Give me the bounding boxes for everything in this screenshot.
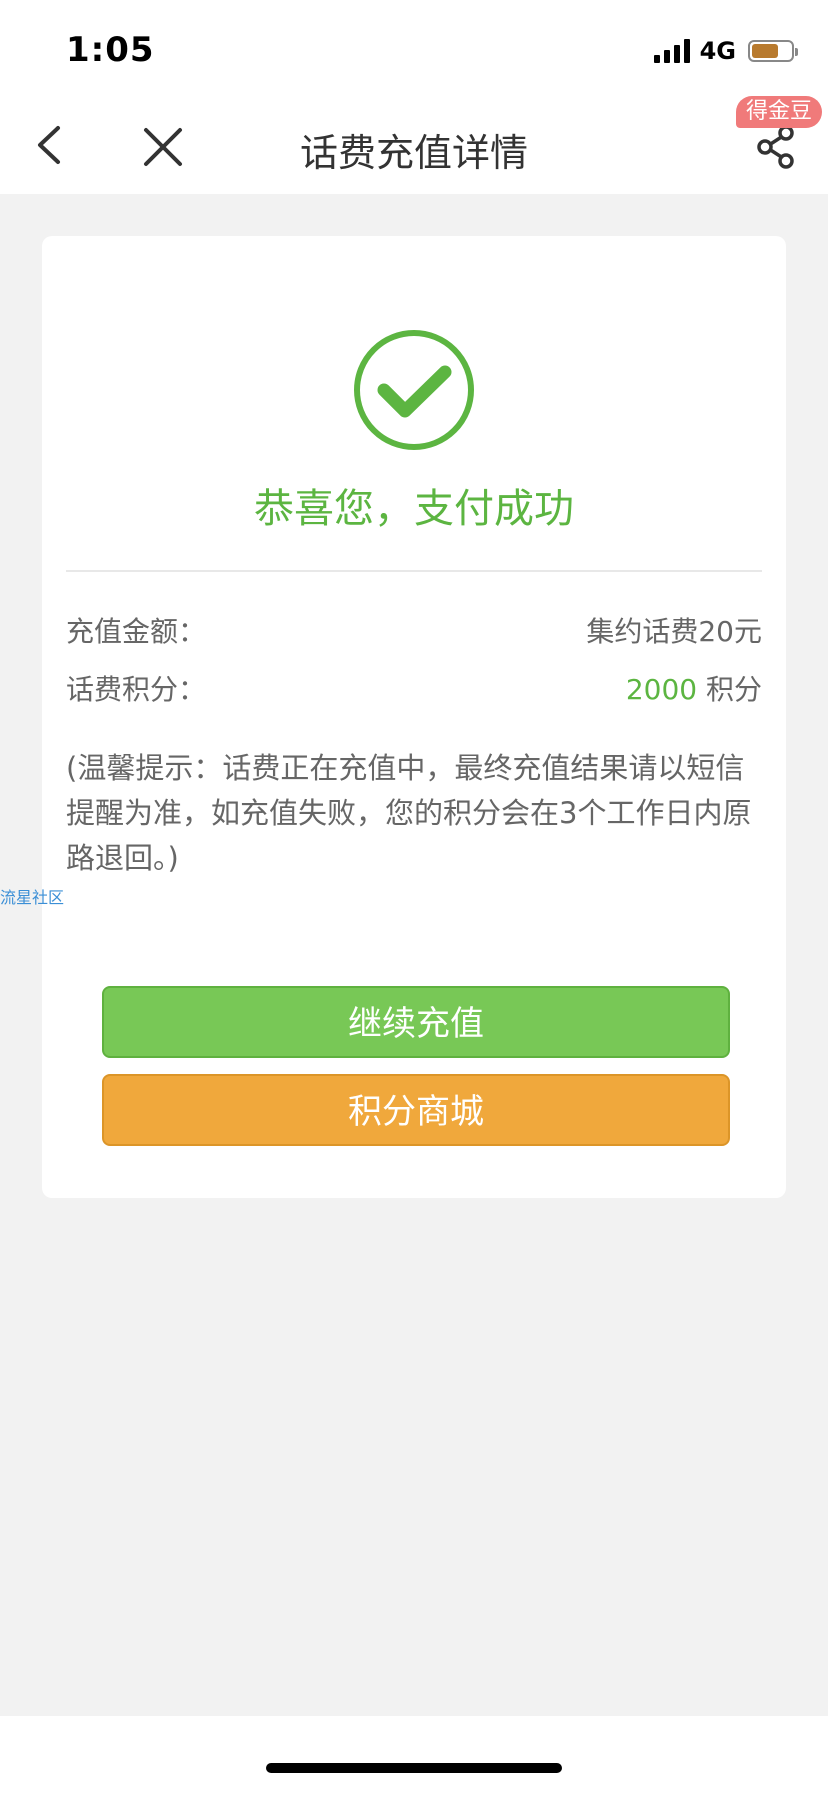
points-unit: 积分 <box>705 673 762 706</box>
page-title: 话费充值详情 <box>299 131 528 175</box>
divider <box>66 570 762 572</box>
status-time: 1:05 <box>66 30 155 70</box>
bottom-safe-area <box>0 1716 828 1793</box>
notice-text: (温馨提示：话费正在充值中，最终充值结果请以短信提醒为准，如充值失败，您的积分会… <box>66 751 752 875</box>
status-indicators: 4G <box>653 36 798 66</box>
points-label: 话费积分： <box>66 673 207 706</box>
check-circle-icon <box>352 328 476 452</box>
points-value: 2000 积分 <box>626 668 762 708</box>
success-title: 恭喜您，支付成功 <box>254 486 574 532</box>
nav-bar: 话费充值详情 <box>0 96 828 194</box>
watermark: 流星社区 <box>0 888 65 907</box>
amount-label: 充值金额： <box>66 615 207 648</box>
status-bar: 1:05 4G <box>0 0 828 96</box>
continue-recharge-button[interactable]: 继续充值 <box>102 986 730 1058</box>
signal-icon <box>653 39 690 63</box>
share-icon <box>757 125 794 169</box>
network-type: 4G <box>699 37 736 65</box>
result-card: 恭喜您，支付成功 充值金额： 集约话费20元 话费积分： 2000 积分 (温馨… <box>42 236 786 1198</box>
gold-bean-badge[interactable]: 得金豆 <box>736 96 823 128</box>
points-number: 2000 <box>625 673 698 706</box>
amount-row: 充值金额： 集约话费20元 <box>66 610 762 654</box>
home-indicator[interactable] <box>266 1763 562 1773</box>
points-mall-button[interactable]: 积分商城 <box>102 1074 730 1146</box>
battery-icon <box>748 40 798 62</box>
points-row: 话费积分： 2000 积分 <box>66 668 762 712</box>
share-button[interactable] <box>752 122 802 172</box>
amount-value: 集约话费20元 <box>586 615 762 648</box>
